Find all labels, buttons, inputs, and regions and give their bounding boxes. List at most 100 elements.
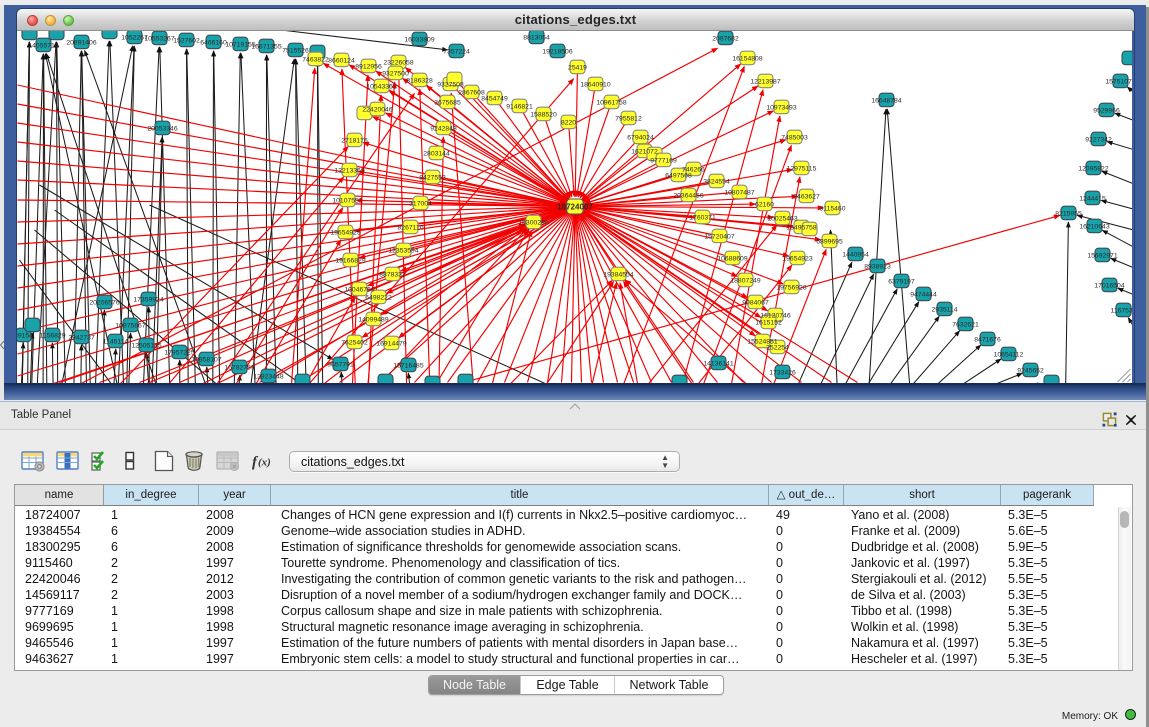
svg-text:19218506: 19218506 bbox=[542, 48, 572, 55]
svg-text:1156829: 1156829 bbox=[40, 332, 66, 339]
svg-text:62160: 62160 bbox=[755, 201, 774, 208]
svg-text:9657791: 9657791 bbox=[327, 361, 354, 368]
svg-text:8471676: 8471676 bbox=[974, 336, 1001, 343]
svg-text:10973493: 10973493 bbox=[766, 104, 796, 111]
svg-text:746266: 746266 bbox=[682, 166, 705, 173]
svg-text:15716485: 15716485 bbox=[393, 362, 423, 369]
svg-text:10975867: 10975867 bbox=[115, 322, 145, 329]
svg-text:1167534: 1167534 bbox=[1111, 307, 1132, 314]
svg-text:6466160: 6466160 bbox=[200, 39, 227, 46]
svg-text:9146821: 9146821 bbox=[506, 103, 533, 110]
svg-text:12975115: 12975115 bbox=[787, 165, 817, 172]
svg-text:14055714: 14055714 bbox=[28, 42, 58, 49]
svg-text:7485003: 7485003 bbox=[781, 134, 808, 141]
svg-text:8813054: 8813054 bbox=[523, 34, 550, 41]
svg-text:10961758: 10961758 bbox=[596, 99, 626, 106]
svg-text:9474444: 9474444 bbox=[910, 291, 937, 298]
svg-text:9115460: 9115460 bbox=[820, 205, 846, 212]
svg-text:9463627: 9463627 bbox=[793, 193, 820, 200]
svg-text:7463822: 7463822 bbox=[302, 56, 329, 63]
svg-text:8938923: 8938923 bbox=[864, 263, 891, 270]
svg-text:14099489: 14099489 bbox=[358, 316, 388, 323]
svg-text:10543362: 10543362 bbox=[366, 83, 396, 90]
svg-text:9327508: 9327508 bbox=[437, 81, 464, 88]
svg-text:1145114: 1145114 bbox=[103, 338, 129, 345]
svg-text:317004: 317004 bbox=[409, 200, 432, 207]
svg-text:252254: 252254 bbox=[766, 344, 789, 351]
svg-text:2803144: 2803144 bbox=[423, 150, 450, 157]
svg-text:17016504: 17016504 bbox=[1094, 282, 1124, 289]
svg-text:12213987: 12213987 bbox=[750, 78, 780, 85]
svg-text:8454749: 8454749 bbox=[481, 95, 508, 102]
svg-text:6379197: 6379197 bbox=[888, 278, 915, 285]
svg-text:15751074: 15751074 bbox=[1105, 78, 1132, 85]
svg-text:20691406: 20691406 bbox=[66, 39, 96, 46]
svg-text:16033809: 16033809 bbox=[404, 36, 434, 43]
svg-text:17359924: 17359924 bbox=[133, 296, 163, 303]
svg-text:20364456: 20364456 bbox=[673, 192, 703, 199]
svg-text:6794024: 6794024 bbox=[627, 134, 654, 141]
svg-text:23226058: 23226058 bbox=[383, 59, 413, 66]
svg-text:6498222: 6498222 bbox=[365, 294, 392, 301]
svg-text:10553267: 10553267 bbox=[144, 35, 174, 42]
svg-text:1440954: 1440954 bbox=[842, 251, 869, 258]
svg-text:8912956: 8912956 bbox=[355, 63, 382, 70]
svg-text:8878332: 8878332 bbox=[379, 271, 406, 278]
svg-text:7515526: 7515526 bbox=[282, 47, 309, 54]
svg-text:9242848: 9242848 bbox=[430, 125, 457, 132]
svg-text:6497568: 6497568 bbox=[665, 172, 692, 179]
svg-text:10025463: 10025463 bbox=[767, 215, 797, 222]
svg-text:10807487: 10807487 bbox=[724, 189, 754, 196]
svg-text:16671355: 16671355 bbox=[251, 43, 281, 50]
svg-text:1760371: 1760371 bbox=[689, 214, 716, 221]
svg-text:9327500: 9327500 bbox=[382, 70, 409, 77]
svg-text:3824554: 3824554 bbox=[703, 178, 730, 185]
svg-text:7632621: 7632621 bbox=[952, 321, 979, 328]
svg-text:18640910: 18640910 bbox=[580, 81, 610, 88]
svg-text:9084067: 9084067 bbox=[742, 299, 769, 306]
svg-text:1588520: 1588520 bbox=[530, 111, 557, 118]
svg-text:8220: 8220 bbox=[561, 119, 576, 126]
svg-text:12353594: 12353594 bbox=[388, 247, 418, 254]
svg-text:10958107: 10958107 bbox=[191, 356, 221, 363]
svg-text:2942737: 2942737 bbox=[68, 334, 95, 341]
svg-text:14136141: 14136141 bbox=[703, 360, 733, 367]
svg-text:15692971: 15692971 bbox=[1087, 252, 1117, 259]
svg-text:39154: 39154 bbox=[17, 332, 33, 339]
svg-text:1527602: 1527602 bbox=[173, 37, 200, 44]
svg-text:18807249: 18807249 bbox=[730, 277, 760, 284]
svg-text:25419: 25419 bbox=[568, 64, 587, 71]
svg-text:2935114: 2935114 bbox=[932, 306, 958, 313]
svg-text:8660124: 8660124 bbox=[328, 57, 355, 64]
svg-text:(x): (x) bbox=[258, 457, 271, 469]
svg-text:19166829: 19166829 bbox=[335, 257, 365, 264]
svg-text:8215955: 8215955 bbox=[1055, 210, 1082, 217]
svg-text:16914479: 16914479 bbox=[376, 340, 406, 347]
svg-text:1244415: 1244415 bbox=[1079, 195, 1106, 202]
svg-text:9245652: 9245652 bbox=[1017, 367, 1044, 374]
svg-text:10046766: 10046766 bbox=[344, 286, 374, 293]
svg-text:15720407: 15720407 bbox=[704, 233, 734, 240]
svg-text:12095822: 12095822 bbox=[1078, 165, 1108, 172]
svg-text:2087682: 2087682 bbox=[712, 35, 739, 42]
svg-text:7955812: 7955812 bbox=[615, 115, 642, 122]
svg-text:22420046: 22420046 bbox=[362, 106, 392, 113]
svg-text:8427552: 8427552 bbox=[419, 174, 446, 181]
svg-text:3675685: 3675685 bbox=[434, 99, 461, 106]
svg-text:9529966: 9529966 bbox=[1093, 107, 1120, 114]
svg-text:16210643: 16210643 bbox=[1079, 223, 1109, 230]
svg-text:6899695: 6899695 bbox=[816, 238, 843, 245]
svg-text:19756928: 19756928 bbox=[776, 284, 806, 291]
svg-text:1621072: 1621072 bbox=[631, 148, 658, 155]
svg-text:18724007: 18724007 bbox=[557, 203, 593, 212]
svg-text:9227342: 9227342 bbox=[1085, 136, 1112, 143]
svg-text:16782759: 16782759 bbox=[224, 364, 254, 371]
svg-text:12505135: 12505135 bbox=[131, 342, 161, 349]
svg-text:20206576: 20206576 bbox=[89, 299, 119, 306]
svg-text:9777169: 9777169 bbox=[650, 157, 677, 164]
svg-text:19654925: 19654925 bbox=[330, 229, 360, 236]
svg-text:18300295: 18300295 bbox=[518, 219, 548, 226]
svg-text:2718176: 2718176 bbox=[341, 137, 368, 144]
svg-text:10654112: 10654112 bbox=[994, 351, 1024, 358]
svg-text:8267110: 8267110 bbox=[398, 224, 424, 231]
